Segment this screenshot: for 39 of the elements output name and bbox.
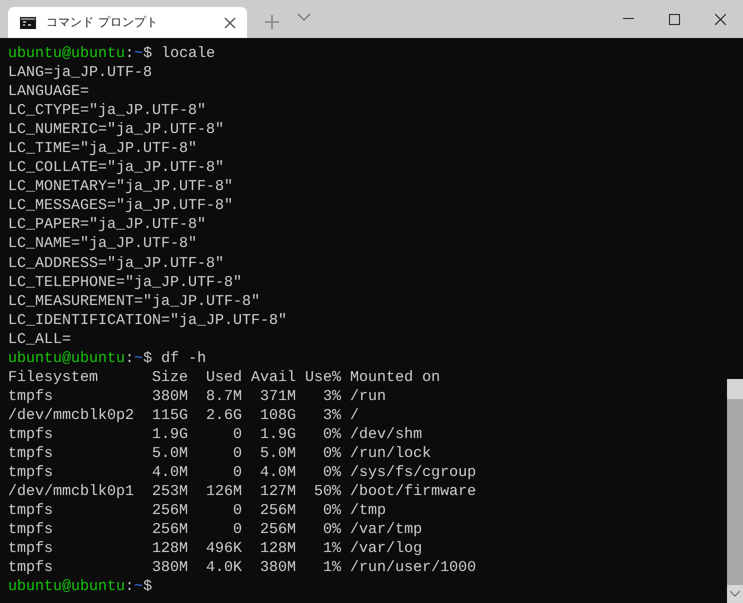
prompt-text: ubuntu@ubuntu:~$ df -h	[8, 350, 206, 367]
output-line: tmpfs 380M 8.7M 371M 3% /run	[8, 388, 386, 405]
output-line: LC_PAPER="ja_JP.UTF-8"	[8, 216, 206, 234]
output-line: LC_MESSAGES="ja_JP.UTF-8"	[8, 197, 234, 214]
output-line: /dev/mmcblk0p2 115G 2.6G 108G 3% /	[8, 406, 360, 424]
output-line: LC_ADDRESS="ja_JP.UTF-8"	[8, 254, 224, 272]
output-line: LC_TELEPHONE="ja_JP.UTF-8"	[8, 274, 242, 291]
close-icon[interactable]	[714, 14, 726, 24]
output-line: LC_COLLATE="ja_JP.UTF-8"	[8, 159, 224, 176]
output-line: tmpfs 256M 0 256M 0% /var/tmp	[8, 521, 422, 538]
output-line: tmpfs 5.0M 0 5.0M 0% /run/lock	[8, 444, 432, 462]
output-line: Filesystem Size Used Avail Use% Mounted on	[8, 368, 440, 386]
terminal-icon	[20, 16, 36, 28]
output-line: /dev/mmcblk0p1 253M 126M 127M 50% /boot/firmware	[8, 483, 476, 500]
output-line: LANG=ja_JP.UTF-8	[8, 64, 152, 82]
output-line: LC_ALL=	[8, 330, 72, 348]
terminal-tab[interactable]: コマンド プロンプト	[8, 7, 247, 38]
output-line: LC_MEASUREMENT="ja_JP.UTF-8"	[8, 292, 260, 310]
output-line: tmpfs 256M 0 256M 0% /tmp	[8, 502, 386, 520]
prompt-text: ubuntu@ubuntu:~$	[8, 578, 152, 596]
close-tab-icon[interactable]	[223, 16, 237, 30]
output-line: LC_IDENTIFICATION="ja_JP.UTF-8"	[8, 312, 288, 329]
output-line: tmpfs 1.9G 0 1.9G 0% /dev/shm	[8, 426, 422, 443]
output-line: tmpfs 128M 496K 128M 1% /var/log	[8, 540, 422, 558]
chevron-down-icon[interactable]	[730, 591, 740, 597]
scrollbar-thumb[interactable]	[727, 399, 743, 585]
output-line: LC_MONETARY="ja_JP.UTF-8"	[8, 178, 234, 196]
plus-icon[interactable]	[265, 15, 279, 29]
output-line: LC_NAME="ja_JP.UTF-8"	[8, 235, 198, 252]
output-line: tmpfs 4.0M 0 4.0M 0% /sys/fs/cgroup	[8, 464, 476, 482]
prompt-text: ubuntu@ubuntu:~$ locale	[8, 45, 216, 62]
output-line: LANGUAGE=	[8, 83, 90, 100]
output-line: LC_TIME="ja_JP.UTF-8"	[8, 140, 198, 158]
output-line: LC_CTYPE="ja_JP.UTF-8"	[8, 102, 206, 120]
output-line: LC_NUMERIC="ja_JP.UTF-8"	[8, 121, 224, 138]
maximize-icon[interactable]	[668, 14, 680, 24]
chevron-down-icon[interactable]	[297, 12, 311, 20]
output-line: tmpfs 380M 4.0K 380M 1% /run/user/1000	[8, 559, 476, 576]
minimize-icon[interactable]	[622, 18, 634, 20]
